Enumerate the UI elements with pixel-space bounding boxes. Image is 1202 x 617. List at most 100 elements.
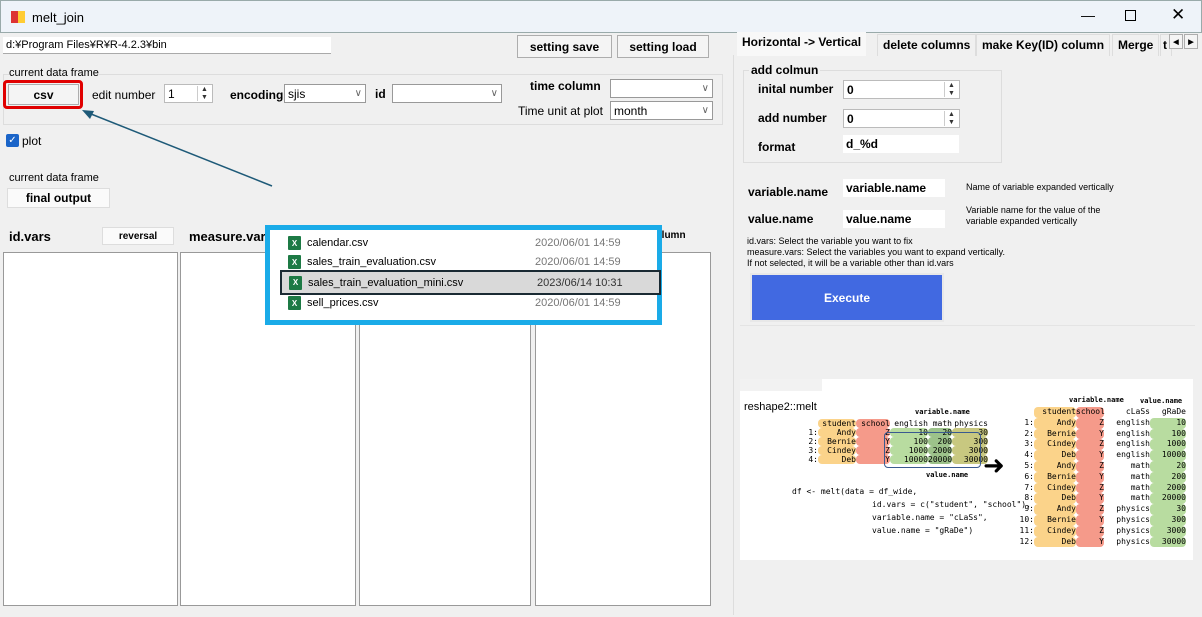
illustration-cell: 20 [1150,460,1186,472]
tab-make-key-column[interactable]: make Key(ID) column [976,34,1111,56]
illustration-row: studentschool cLaSs gRaDe [1016,407,1186,418]
illustration-cell: 4: [1024,450,1034,460]
excel-file-icon: X [288,255,301,269]
tab-scroll-left-button[interactable]: ◀ [1169,34,1183,49]
illustration-cell: Deb [1034,450,1076,461]
illustration-cell: 10000 [1150,450,1186,461]
illustration-cell: math [1130,471,1150,481]
illustration-cell: 1: [1024,417,1034,427]
illustration-cell: english [1116,450,1150,460]
illustration-cell: school [1076,407,1105,418]
illustration-cell: 20000 [1150,493,1186,505]
long-table: studentschool cLaSs gRaDe 1: Andy Zenglish 10 2… [1016,407,1186,548]
setting-save-button[interactable]: setting save [517,35,612,58]
illustration-cell: Andy [1034,460,1076,472]
tab-delete-columns[interactable]: delete columns [877,34,977,56]
variable-name-input[interactable]: variable.name [843,179,945,197]
inital-number-stepper[interactable]: 0 ▲ ▼ [843,80,960,99]
execute-button[interactable]: Execute [750,273,944,322]
time-unit-select[interactable]: month ∨ [610,101,713,120]
illustration-cell: Deb [1034,493,1076,505]
illustration-cell: english [1116,428,1150,438]
format-input[interactable]: d_%d [843,135,959,153]
file-name: sales_train_evaluation_mini.csv [308,276,464,289]
illustration-row: id.vars = c("student", "school"), [872,500,1031,509]
illustration-row: 3: Cindey Zenglish 1000 [1016,439,1186,451]
value-name-help: Variable name for the value of the varia… [966,205,1101,226]
variable-name-label: variable.name [748,185,829,199]
setting-load-button[interactable]: setting load [617,35,709,58]
illustration-cell: english [1116,439,1150,449]
pointer-arrow [82,110,273,187]
illustration-cell: 1: [808,428,818,437]
inital-number-value: 0 [847,82,854,97]
illustration-cell: school [856,419,890,428]
illustration-cell: gRaDe [1161,407,1186,416]
id-label: id [375,87,386,101]
id-vars-list[interactable] [3,252,178,606]
tab-horizontal-vertical[interactable]: Horizontal -> Vertical [737,32,867,56]
illustration-cell: 2: [808,437,818,446]
illustration-cell: physics [1116,536,1150,546]
time-column-label: time column [530,79,601,93]
add-number-value: 0 [847,111,854,126]
wide-variable-name-label: variable.name [915,408,970,416]
help-measure-vars: measure.vars: Select the variables you w… [747,247,1005,257]
illustration-cell: 1000 [1150,439,1186,451]
illustration-row: 4: Deb Yenglish 10000 [1016,450,1186,461]
illustration-row: 6: Bernie Ymath 200 [1016,471,1186,483]
long-variable-name-label: variable.name [1069,396,1124,404]
illustration-row: 10: Bernie Yphysics 300 [1016,514,1186,526]
illustration-cell: english [894,419,928,428]
file-date: 2020/06/01 14:59 [535,237,621,249]
close-button[interactable]: ✕ [1171,5,1185,25]
illustration-cell: Andy [1034,417,1076,429]
illustration-cell: 2000 [1150,482,1186,494]
file-name: calendar.csv [307,237,369,249]
chevron-down-icon: ∨ [490,88,498,99]
illustration-cell: physics [1116,504,1150,514]
illustration-cell: Z [1076,460,1104,472]
illustration-cell: Bernie [1034,428,1076,440]
spinner-arrows-icon[interactable]: ▲ ▼ [944,82,958,97]
illustration-cell: Z [1076,417,1104,429]
value-name-input[interactable]: value.name [843,210,945,228]
file-item-selected[interactable]: Xsales_train_evaluation_mini.csv 2023/06/… [280,270,661,295]
maximize-button[interactable] [1125,10,1136,21]
file-item[interactable]: Xcalendar.csv 2020/06/01 14:59 [288,234,660,252]
illustration-row: student school english math physics [798,419,988,428]
illustration-row: variable.name = "cLaSs", [872,513,988,522]
file-name: sales_train_evaluation.csv [307,256,437,268]
reversal-button[interactable]: reversal [102,227,174,245]
illustration-cell: 7: [1024,482,1034,492]
illustration-cell: Y [1076,536,1104,548]
illustration-cell: Y [1076,493,1104,505]
illustration-cell: 3000 [1150,525,1186,537]
illustration-cell: Deb [818,455,856,464]
illustration-cell: Bernie [1034,471,1076,483]
long-value-name-label: value.name [1140,397,1183,405]
illustration-cell: physics [1116,514,1150,524]
id-select[interactable]: ∨ [392,84,502,103]
file-item[interactable]: Xsell_prices.csv 2020/06/01 14:59 [288,294,660,312]
tab-merge[interactable]: Merge [1112,34,1160,56]
file-date: 2020/06/01 14:59 [535,256,621,268]
excel-file-icon: X [288,236,301,250]
minimize-button[interactable]: — [1081,7,1095,23]
file-name: sell_prices.csv [307,297,379,309]
illustration-cell: Cindey [1034,525,1076,537]
illustration-row: 12: Deb Yphysics 30000 [1016,536,1186,548]
illustration-cell: Z [1076,482,1104,494]
illustration-cell: physics [954,419,988,428]
file-item[interactable]: Xsales_train_evaluation.csv 2020/06/01 14… [288,253,660,271]
illustration-cell: 100 [1150,428,1186,440]
illustration-cell: Z [1076,525,1104,537]
value-name-label: value.name [748,212,814,226]
format-label: format [758,140,796,154]
tab-scroll-right-button[interactable]: ▶ [1184,34,1198,49]
add-number-stepper[interactable]: 0 ▲ ▼ [843,109,960,128]
illustration-cell: 30000 [1150,536,1186,548]
spinner-arrows-icon[interactable]: ▲ ▼ [944,111,958,126]
time-column-select[interactable]: ∨ [610,79,713,98]
illustration-cell: 5: [1024,460,1034,470]
